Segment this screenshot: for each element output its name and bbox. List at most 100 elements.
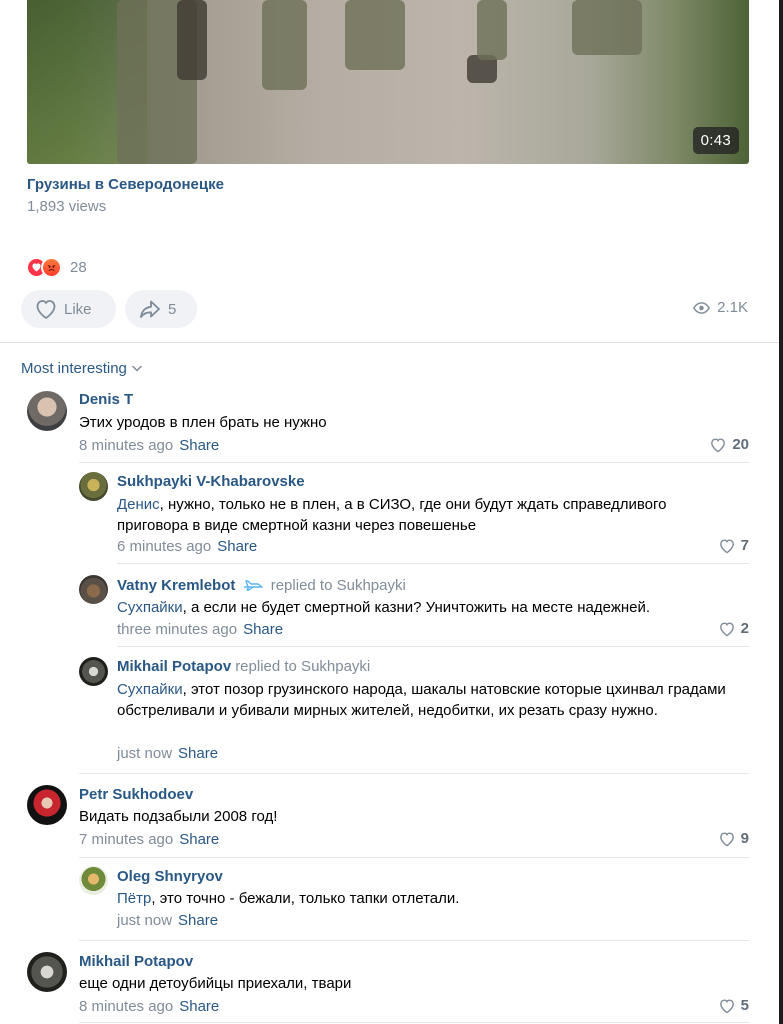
comment-author[interactable]: Oleg Shnyryov xyxy=(117,868,223,885)
comment-author[interactable]: Petr Sukhodoev xyxy=(79,786,193,803)
share-arrow-icon xyxy=(140,300,160,318)
comment-like-button[interactable]: 20 xyxy=(709,436,749,453)
sort-label: Most interesting xyxy=(21,360,127,377)
comment-like-button[interactable]: 2 xyxy=(718,620,749,637)
avatar[interactable] xyxy=(79,866,108,895)
comment-meta: just now Share xyxy=(117,912,218,929)
comment-separator xyxy=(79,940,749,941)
comment-time[interactable]: 6 minutes ago xyxy=(117,538,211,555)
replied-to-label[interactable]: replied to Sukhpayki xyxy=(235,658,370,675)
window-edge xyxy=(779,0,783,1024)
views-stat: 2.1K xyxy=(693,299,748,316)
reactions-count: 28 xyxy=(70,258,87,276)
comment-meta: three minutes ago Share xyxy=(117,621,283,638)
comment-author: Mikhail Potapov replied to Sukhpayki xyxy=(117,658,370,675)
comment-author[interactable]: Mikhail Potapov xyxy=(79,953,193,970)
comment-meta: 8 minutes ago Share xyxy=(79,998,219,1015)
comment-meta: 8 minutes ago Share xyxy=(79,437,219,454)
comment-share-link[interactable]: Share xyxy=(243,621,283,638)
avatar[interactable] xyxy=(79,575,108,604)
comment-separator xyxy=(79,857,749,858)
comment-body: , это точно - бежали, только тапки отлет… xyxy=(151,890,460,907)
chevron-down-icon xyxy=(132,365,142,372)
share-button[interactable]: 5 xyxy=(125,290,197,328)
comment-time[interactable]: just now xyxy=(117,745,172,762)
comment-author-name[interactable]: Mikhail Potapov xyxy=(117,658,231,675)
reply-addressee-link[interactable]: Сухпайки xyxy=(117,681,183,698)
video-player[interactable]: 0:43 xyxy=(27,0,749,164)
reply-addressee-link[interactable]: Пётр xyxy=(117,890,151,907)
comment-meta: just now Share xyxy=(117,745,218,762)
replied-to-label[interactable]: replied to Sukhpayki xyxy=(271,577,406,594)
comment-text: Пётр, это точно - бежали, только тапки о… xyxy=(117,888,737,909)
video-duration: 0:43 xyxy=(692,127,739,154)
like-button[interactable]: Like xyxy=(21,290,116,328)
avatar[interactable] xyxy=(27,952,67,992)
heart-icon xyxy=(719,621,734,636)
comment-meta: 7 minutes ago Share xyxy=(79,831,219,848)
video-frame-soldier xyxy=(572,0,642,55)
comment-separator xyxy=(79,462,749,463)
angry-reaction-icon xyxy=(41,256,62,278)
comment-meta: 6 minutes ago Share xyxy=(117,538,257,555)
share-count: 5 xyxy=(168,300,177,318)
comment-like-count: 20 xyxy=(732,436,749,453)
comment-time[interactable]: 7 minutes ago xyxy=(79,831,173,848)
comment-share-link[interactable]: Share xyxy=(217,538,257,555)
page: { "video": { "duration": "0:43", "title"… xyxy=(0,0,783,1024)
video-frame-rifle xyxy=(177,0,207,80)
comment-share-link[interactable]: Share xyxy=(179,831,219,848)
comment-author[interactable]: Sukhpayki V-Khabarovske xyxy=(117,473,305,490)
comment-author[interactable]: Denis T xyxy=(79,391,133,408)
comment-share-link[interactable]: Share xyxy=(179,998,219,1015)
comment-like-count: 9 xyxy=(740,830,749,847)
comment-separator xyxy=(79,773,749,774)
video-frame-soldier xyxy=(345,0,405,70)
reply-addressee-link[interactable]: Денис xyxy=(117,496,160,513)
video-frame-soldier xyxy=(262,0,307,90)
avatar[interactable] xyxy=(79,657,108,686)
video-frame-soldier xyxy=(477,0,507,60)
comment-separator xyxy=(79,1022,749,1023)
comment-time[interactable]: three minutes ago xyxy=(117,621,237,638)
comment-like-count: 5 xyxy=(740,997,749,1014)
comment-separator xyxy=(117,563,749,564)
avatar[interactable] xyxy=(27,391,67,431)
reply-addressee-link[interactable]: Сухпайки xyxy=(117,599,183,616)
comment-body: , нужно, только не в плен, а в СИЗО, где… xyxy=(117,496,667,534)
comments-sort-dropdown[interactable]: Most interesting xyxy=(21,360,142,377)
comment-text: Сухпайки, этот позор грузинского народа,… xyxy=(117,679,732,721)
avatar[interactable] xyxy=(79,472,108,501)
comment-text: еще одни детоубийцы приехали, твари xyxy=(79,975,352,992)
comment-body: , этот позор грузинского народа, шакалы … xyxy=(117,681,726,719)
heart-icon xyxy=(719,998,734,1013)
comment-like-button[interactable]: 9 xyxy=(718,830,749,847)
comment-share-link[interactable]: Share xyxy=(179,437,219,454)
comment-time[interactable]: just now xyxy=(117,912,172,929)
comment-like-button[interactable]: 7 xyxy=(718,537,749,554)
heart-icon xyxy=(719,538,734,553)
comment-share-link[interactable]: Share xyxy=(178,912,218,929)
comment-like-count: 7 xyxy=(740,537,749,554)
heart-icon xyxy=(36,300,56,319)
avatar[interactable] xyxy=(27,785,67,825)
comment-text: Денис, нужно, только не в плен, а в СИЗО… xyxy=(117,494,737,536)
comment-author: Vatny Kremlebot replied to Sukhpayki xyxy=(117,577,406,594)
comment-like-button[interactable]: 5 xyxy=(718,997,749,1014)
section-divider xyxy=(0,342,779,343)
video-title[interactable]: Грузины в Северодонецке xyxy=(27,176,224,193)
eye-icon xyxy=(693,301,711,314)
comment-share-link[interactable]: Share xyxy=(178,745,218,762)
video-views: 1,893 views xyxy=(27,198,107,215)
comment-text: Видать подзабыли 2008 год! xyxy=(79,808,278,825)
comment-time[interactable]: 8 minutes ago xyxy=(79,998,173,1015)
reactions-summary[interactable]: 28 xyxy=(26,256,87,278)
airplane-icon xyxy=(243,580,263,591)
comment-separator xyxy=(117,646,749,647)
heart-icon xyxy=(711,437,726,452)
comment-author-name[interactable]: Vatny Kremlebot xyxy=(117,577,235,594)
comment-body: , а если не будет смертной казни? Уничто… xyxy=(182,599,651,616)
comment-text: Этих уродов в плен брать не нужно xyxy=(79,414,327,431)
like-label: Like xyxy=(64,300,92,318)
comment-time[interactable]: 8 minutes ago xyxy=(79,437,173,454)
